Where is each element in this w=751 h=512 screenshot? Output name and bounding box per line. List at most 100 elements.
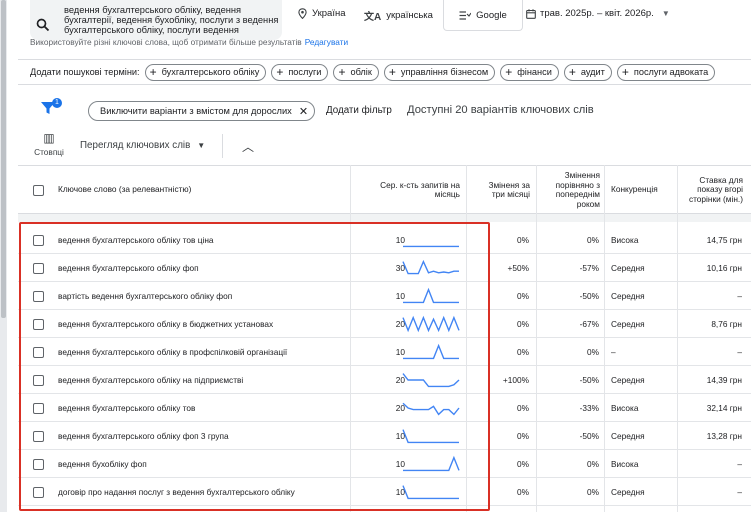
three-month-change-value: 0% <box>517 431 529 441</box>
checkbox-box[interactable] <box>33 318 44 330</box>
header-keyword[interactable]: Ключове слово (за релевантністю) <box>58 166 191 214</box>
bid-value: – <box>737 291 742 301</box>
add-filter-button[interactable]: Додати фільтр <box>326 105 392 116</box>
view-selector[interactable]: Перегляд ключових слів ▼ <box>80 140 205 151</box>
language-selector[interactable]: 文A українська <box>364 8 433 23</box>
table-row[interactable]: договір про надання послуг з ведення бух… <box>18 478 751 506</box>
suggested-term-chip[interactable]: + аудит <box>563 63 612 81</box>
table-row[interactable]: ведення бухгалтерського обліку в бюджетн… <box>18 310 751 338</box>
checkbox-box[interactable] <box>33 346 44 358</box>
suggested-term-chip[interactable]: + послуги <box>271 63 329 81</box>
trend-sparkline <box>403 455 460 472</box>
seed-keywords-text[interactable]: ведення бухгалтерського обліку, ведення … <box>64 5 279 36</box>
column-divider <box>604 165 605 512</box>
column-divider <box>466 165 467 512</box>
bid-value: 14,39 грн <box>706 375 742 385</box>
seed-keywords-field[interactable]: ведення бухгалтерського обліку, ведення … <box>30 0 282 40</box>
bid-value: 13,28 грн <box>706 431 742 441</box>
checkbox-box[interactable] <box>33 486 44 498</box>
row-checkbox[interactable] <box>33 282 44 310</box>
checkbox-box[interactable] <box>33 402 44 414</box>
bid-value: 14,75 грн <box>706 235 742 245</box>
row-checkbox[interactable] <box>33 254 44 282</box>
header-yoy-change[interactable]: Змінення порівняно з попереднім роком <box>538 166 600 214</box>
suggested-term-chip[interactable]: + бухгалтерського обліку <box>144 63 267 81</box>
row-checkbox[interactable] <box>33 394 44 422</box>
header-three-month-change[interactable]: Зміненя за три місяці <box>478 166 530 214</box>
three-month-change-value: 0% <box>517 319 529 329</box>
table-row[interactable]: ведення бухгалтерського обліку тов 20 0% -3… <box>18 394 751 422</box>
page-scrollbar[interactable] <box>0 0 7 512</box>
table-row[interactable]: вартість ведення бухгалтерського обліку … <box>18 282 751 310</box>
row-checkbox[interactable] <box>33 450 44 478</box>
three-month-change-value: +50% <box>507 263 529 273</box>
chip-label: облік <box>350 67 372 77</box>
location-label: Україна <box>312 8 346 19</box>
search-network-selector[interactable]: Google <box>443 0 523 31</box>
network-icon <box>459 10 472 20</box>
checkbox-box[interactable] <box>33 430 44 442</box>
table-spacer <box>18 214 751 222</box>
checkbox-box[interactable] <box>33 184 44 196</box>
row-checkbox[interactable] <box>33 338 44 366</box>
filter-button[interactable]: 1 <box>40 98 62 120</box>
table-row[interactable]: ведення бухгалтерського обліку фоп 30 +50%… <box>18 254 751 282</box>
yoy-change-value: 0% <box>587 459 599 469</box>
trend-line <box>402 259 459 275</box>
checkbox-box[interactable] <box>33 458 44 470</box>
yoy-change-value: -33% <box>579 403 599 413</box>
plus-icon: + <box>149 65 157 79</box>
column-divider <box>536 165 537 512</box>
suggested-term-chip[interactable]: + послуги адвоката <box>616 63 716 81</box>
columns-button[interactable]: ▥ Стовпці <box>29 132 69 157</box>
table-row[interactable]: ведення бухгалтерського обліку на підпри… <box>18 366 751 394</box>
checkbox-box[interactable] <box>33 290 44 302</box>
checkbox-box[interactable] <box>33 374 44 386</box>
keyword-planner-header: ведення бухгалтерського обліку, ведення … <box>0 0 751 60</box>
location-selector[interactable]: Україна <box>298 8 346 19</box>
competition-value: Висока <box>611 235 639 245</box>
select-all-checkbox[interactable] <box>33 166 44 214</box>
suggested-term-chip[interactable]: + фінанси <box>500 63 559 81</box>
suggested-terms-bar: Додати пошукові терміни: + бухгалтерськог… <box>18 59 751 85</box>
suggested-term-chip[interactable]: + облік <box>333 63 379 81</box>
checkbox-box[interactable] <box>33 262 44 274</box>
chip-label: аудит <box>580 67 605 77</box>
keyword-text: договір про надання послуг з ведення бух… <box>58 487 295 497</box>
row-checkbox[interactable] <box>33 226 44 254</box>
table-row[interactable]: ведення бухгалтерського обліку фоп 3 гру… <box>18 422 751 450</box>
header-competition[interactable]: Конкуренція <box>611 166 658 214</box>
suggested-term-chip[interactable]: + управління бізнесом <box>383 63 496 81</box>
close-icon[interactable]: ✕ <box>299 105 308 118</box>
row-checkbox[interactable] <box>33 422 44 450</box>
date-range-selector[interactable]: трав. 2025р. – квіт. 2026р. ▼ <box>526 8 670 19</box>
available-results-text: Доступні 20 варіантів ключових слів <box>407 104 594 116</box>
chevron-up-icon[interactable]: ︿ <box>242 138 254 155</box>
chip-label: бухгалтерського обліку <box>161 67 260 77</box>
three-month-change-value: 0% <box>517 347 529 357</box>
table-row[interactable]: ведення бухобліку фоп 10 0% 0% Висока – <box>18 450 751 478</box>
competition-value: Середня <box>611 319 645 329</box>
table-header: Ключове слово (за релевантністю) Сер. к-… <box>18 165 751 214</box>
adult-content-filter-chip[interactable]: Виключити варіанти з вмістом для доросли… <box>88 101 316 121</box>
checkbox-box[interactable] <box>33 234 44 246</box>
keyword-text: ведення бухобліку фоп <box>58 459 147 469</box>
trend-sparkline <box>402 315 460 333</box>
trend-sparkline <box>403 343 459 360</box>
yoy-change-value: 0% <box>587 235 599 245</box>
translate-icon: 文A <box>364 12 382 23</box>
header-bid[interactable]: Ставка для показу вгорі сторінки (мін.) <box>681 166 743 214</box>
trend-line <box>403 287 459 304</box>
header-avg-searches[interactable]: Сер. к-сть запитів на місяць <box>368 166 460 214</box>
trend-sparkline <box>402 402 460 416</box>
edit-link[interactable]: Редагувати <box>305 37 348 47</box>
row-checkbox[interactable] <box>33 366 44 394</box>
divider <box>222 134 223 158</box>
row-checkbox[interactable] <box>33 478 44 506</box>
table-row[interactable]: ведення бухгалтерського обліку тов ціна 1… <box>18 226 751 254</box>
row-checkbox[interactable] <box>33 310 44 338</box>
competition-value: Середня <box>611 375 645 385</box>
avg-searches-value: 10 <box>395 459 405 469</box>
bid-value: 32,14 грн <box>706 403 742 413</box>
table-row[interactable]: ведення бухгалтерського обліку в профспі… <box>18 338 751 366</box>
